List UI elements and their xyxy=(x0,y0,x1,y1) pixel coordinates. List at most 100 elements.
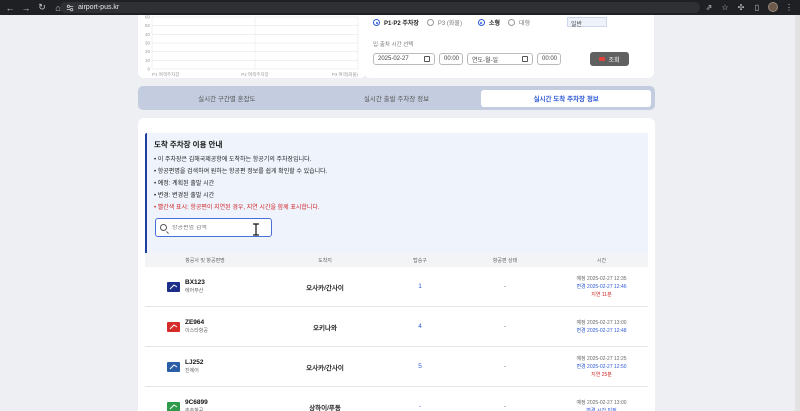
reload-icon[interactable]: ↻ xyxy=(36,2,48,14)
tab-congestion[interactable]: 실시간 구간별 혼잡도 xyxy=(142,90,312,107)
airline-logo-icon xyxy=(167,321,180,332)
info-line-1: • 이 주차장은 김해국제공항에 도착하는 항공기의 주차장입니다. xyxy=(154,157,312,163)
status-cell: - xyxy=(503,323,507,330)
info-line-5: • 빨간색 표시: 항공편이 지연된 경우, 지연 시간을 함께 표시합니다. xyxy=(154,205,320,211)
airline-cell: ZE964 이스타항공 xyxy=(145,319,265,334)
arrival-parking-panel: 도착 주차장 이용 안내 • 이 주차장은 김해국제공항에 도착하는 항공기의 … xyxy=(138,118,655,411)
search-button-label: 조회 xyxy=(608,57,620,64)
planned-time: 예정 2025-02-27 13:00 xyxy=(576,399,627,406)
size-large-label: 대형 xyxy=(519,21,531,27)
option-p3-label: P3 (화물) xyxy=(437,21,462,27)
radio-p3[interactable] xyxy=(426,19,434,26)
side-panel-icon[interactable]: ▯ xyxy=(752,2,762,12)
delay-time: 지연 25분 xyxy=(591,371,612,378)
flight-code: LJ252 xyxy=(185,359,204,366)
time-input-start[interactable]: 00:00 xyxy=(439,53,463,65)
delay-time: 지연 11분 xyxy=(591,291,612,298)
header-gate: 탑승구 xyxy=(413,257,427,264)
changed-time: 변경 2025-02-27 12:48 xyxy=(576,327,627,334)
flight-code: BX123 xyxy=(185,279,205,286)
parking-form-card: P1·P2 주차장 P3 (화물) 소형 대형 일반 입·출차 시간 선택 20… xyxy=(364,15,654,78)
table-row[interactable]: 9C6899 춘추항공 상하이/푸동 - - 예정 2025-02-27 13:00 변경 … xyxy=(145,387,648,411)
date-start-value: 2025-02-27 xyxy=(378,56,409,62)
time-cell: 예정 2025-02-27 13:00 변경 2025-02-27 12:48 xyxy=(555,319,648,335)
x-tick-label: P3 여객(화물) xyxy=(332,71,359,78)
date-input-end[interactable]: 연도-월-일 xyxy=(467,53,533,65)
departure-time-label: 입·출차 시간 선택 xyxy=(373,42,414,48)
time-cell: 예정 2025-02-27 12:35 변경 2025-02-27 12:46 지연… xyxy=(555,275,648,299)
table-row[interactable]: BX123 에어부산 오사카/간사이 1 - 예정 2025-02-27 12:35 변경 … xyxy=(145,267,648,307)
back-icon[interactable]: ← xyxy=(4,2,16,14)
date-end-value: 연도-월-일 xyxy=(472,57,499,64)
open-external-icon[interactable]: ⇗ xyxy=(704,2,714,12)
flight-search-input[interactable] xyxy=(172,224,262,231)
time-input-end[interactable]: 00:00 xyxy=(537,53,561,65)
extensions-icon[interactable]: ✣ xyxy=(736,2,746,12)
airline-cell: 9C6899 춘추항공 xyxy=(145,399,265,411)
site-info-icon[interactable] xyxy=(66,4,74,12)
changed-time: 변경 2025-02-27 12:50 xyxy=(576,363,627,370)
radio-small[interactable] xyxy=(477,19,485,26)
info-line-3: • 예정: 계획된 출발 시간 xyxy=(154,181,215,187)
header-airline: 항공사 및 항공편명 xyxy=(185,257,225,264)
radio-large[interactable] xyxy=(508,19,515,26)
status-cell: - xyxy=(503,403,507,410)
y-tick-label: 20 xyxy=(145,49,151,54)
changed-time: 변경 시간 미정 xyxy=(586,407,617,411)
planned-time: 예정 2025-02-27 12:35 xyxy=(576,275,627,282)
vehicle-type-select[interactable]: 일반 xyxy=(567,17,607,28)
header-time: 시간 xyxy=(596,257,607,264)
airline-logo-icon xyxy=(167,401,180,411)
menu-icon[interactable]: ⋮ xyxy=(784,2,794,12)
planned-time: 예정 2025-02-27 13:00 xyxy=(576,319,627,326)
status-cell: - xyxy=(503,363,507,370)
forward-icon[interactable]: → xyxy=(20,2,32,14)
destination-cell: 오사카/간사이 xyxy=(306,364,344,372)
time-end-value: 00:00 xyxy=(542,56,558,62)
airline-name: 이스타항공 xyxy=(185,328,209,334)
airline-logo-icon xyxy=(167,281,180,292)
bookmark-star-icon[interactable]: ☆ xyxy=(720,2,730,12)
gate-cell: 1 xyxy=(418,283,422,290)
search-button[interactable]: 조회 xyxy=(590,52,629,66)
table-header: 항공사 및 항공편명 도착지 탑승구 항공편 상태 시간 xyxy=(145,253,648,267)
flight-code: 9C6899 xyxy=(185,399,208,406)
y-tick-label: 60 xyxy=(145,15,151,20)
airline-name: 춘추항공 xyxy=(185,408,204,411)
table-row[interactable]: LJ252 진에어 오사카/간사이 5 - 예정 2025-02-27 12:25 변경 2… xyxy=(145,347,648,387)
time-cell: 예정 2025-02-27 13:00 변경 시간 미정 xyxy=(555,399,648,411)
scrollbar[interactable] xyxy=(795,15,800,411)
profile-avatar[interactable] xyxy=(768,2,778,12)
parking-chart-card: 60 50 40 30 20 10 0 P1 여객주차장 P2 여객주차장 P3 여객(화물) xyxy=(138,15,366,78)
time-start-value: 00:00 xyxy=(444,56,460,62)
planned-time: 예정 2025-02-27 12:25 xyxy=(576,355,627,362)
car-icon xyxy=(599,57,606,61)
header-destination: 도착지 xyxy=(318,257,332,264)
search-icon xyxy=(160,224,167,231)
tab-departure-parking[interactable]: 실시간 출발 주차장 정보 xyxy=(312,90,482,107)
destination-cell: 오사카/간사이 xyxy=(306,284,344,292)
calendar-icon xyxy=(522,56,528,62)
status-cell: - xyxy=(503,283,507,290)
y-tick-label: 50 xyxy=(145,23,151,28)
tab-arrival-parking[interactable]: 실시간 도착 주차장 정보 xyxy=(481,89,652,107)
gate-cell: 4 xyxy=(418,323,422,330)
parking-chart: 60 50 40 30 20 10 0P1 여객주차장 P2 여객주차장 P3 여객(화물) xyxy=(145,15,359,78)
x-tick-label: P1 여객주차장 xyxy=(152,71,179,78)
size-small-label: 소형 xyxy=(488,21,500,27)
time-cell: 예정 2025-02-27 12:25 변경 2025-02-27 12:50 지연… xyxy=(555,355,648,379)
table-row[interactable]: ZE964 이스타항공 오키나와 4 - 예정 2025-02-27 13:00 변경 20… xyxy=(145,307,648,347)
radio-p1p2[interactable] xyxy=(373,19,380,26)
info-title: 도착 주차장 이용 안내 xyxy=(154,140,223,149)
airline-name: 진에어 xyxy=(185,368,199,374)
date-input-start[interactable]: 2025-02-27 xyxy=(373,53,435,65)
info-line-4: • 변경: 변경된 출발 시간 xyxy=(154,193,215,199)
text-cursor-icon xyxy=(253,223,259,236)
address-bar[interactable]: airport-pus.kr xyxy=(60,2,700,13)
y-tick-label: 0 xyxy=(147,67,150,72)
flight-code: ZE964 xyxy=(185,319,205,326)
y-tick-label: 40 xyxy=(145,32,151,37)
info-line-2: • 항공편명을 검색하여 원하는 항공편 정보를 쉽게 확인할 수 있습니다. xyxy=(154,169,328,175)
info-box: 도착 주차장 이용 안내 • 이 주차장은 김해국제공항에 도착하는 항공기의 … xyxy=(145,133,648,260)
browser-toolbar: ← → ↻ ⌂ airport-pus.kr ⇗ ☆ ✣ ▯ ⋮ xyxy=(0,0,800,15)
